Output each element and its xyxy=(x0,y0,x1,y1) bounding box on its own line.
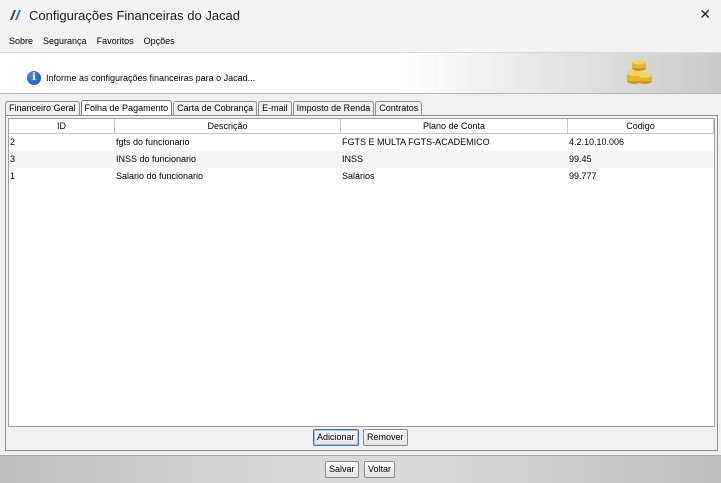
save-button[interactable]: Salvar xyxy=(325,461,359,478)
dialog-button-bar: Salvar Voltar xyxy=(0,455,721,483)
table-row[interactable]: 2 fgts do funcionario FGTS E MULTA FGTS-… xyxy=(9,134,714,151)
cell-codigo: 99.45 xyxy=(569,154,592,164)
table-row[interactable]: 1 Salario do funcionario Salários 99.777 xyxy=(9,168,714,185)
cell-plano-de-conta: FGTS E MULTA FGTS-ACADEMICO xyxy=(342,137,490,147)
table-row[interactable]: 3 INSS do funcionario INSS 99.45 xyxy=(9,151,714,168)
tab-folha-de-pagamento[interactable]: Folha de Pagamento xyxy=(80,100,173,116)
title-bar: Configurações Financeiras do Jacad ✕ xyxy=(0,0,721,30)
cell-descricao: fgts do funcionario xyxy=(116,137,190,147)
info-icon: i xyxy=(27,71,41,85)
jacad-logo-icon xyxy=(9,8,23,22)
tab-contratos[interactable]: Contratos xyxy=(375,101,423,115)
tab-email[interactable]: E-mail xyxy=(258,101,292,115)
payroll-table[interactable]: ID Descrição Plano de Conta Codigo 2 fgt… xyxy=(8,118,715,427)
cell-descricao: INSS do funcionario xyxy=(116,154,197,164)
menu-seguranca[interactable]: Segurança xyxy=(42,36,88,46)
coins-icon xyxy=(624,59,654,85)
info-text: Informe as configurações financeiras par… xyxy=(46,73,256,83)
menu-bar: Sobre Segurança Favoritos Opções xyxy=(0,30,721,53)
cell-plano-de-conta: INSS xyxy=(342,154,364,164)
tab-financeiro-geral[interactable]: Financeiro Geral xyxy=(5,101,80,115)
cell-codigo: 99.777 xyxy=(569,171,597,181)
column-header-plano-de-conta[interactable]: Plano de Conta xyxy=(341,119,568,133)
column-header-descricao[interactable]: Descrição xyxy=(115,119,341,133)
info-panel: i Informe as configurações financeiras p… xyxy=(0,53,721,94)
cell-codigo: 4.2.10.10.006 xyxy=(569,137,625,147)
window-title: Configurações Financeiras do Jacad xyxy=(29,7,241,23)
column-header-codigo[interactable]: Codigo xyxy=(568,119,714,133)
close-icon[interactable]: ✕ xyxy=(699,6,711,23)
menu-opcoes[interactable]: Opções xyxy=(143,36,176,46)
cell-plano-de-conta: Salários xyxy=(342,171,375,181)
tab-panel: ID Descrição Plano de Conta Codigo 2 fgt… xyxy=(5,115,718,451)
cell-id: 1 xyxy=(10,171,16,181)
cell-id: 3 xyxy=(10,154,16,164)
remove-button[interactable]: Remover xyxy=(363,429,408,446)
add-button[interactable]: Adicionar xyxy=(313,429,359,446)
back-button[interactable]: Voltar xyxy=(364,461,396,478)
menu-favoritos[interactable]: Favoritos xyxy=(96,36,135,46)
tab-carta-de-cobranca[interactable]: Carta de Cobrança xyxy=(173,101,258,115)
cell-descricao: Salario do funcionario xyxy=(116,171,204,181)
table-header: ID Descrição Plano de Conta Codigo xyxy=(9,119,714,134)
cell-id: 2 xyxy=(10,137,16,147)
tab-strip: Financeiro Geral Folha de Pagamento Cart… xyxy=(5,99,423,116)
menu-sobre[interactable]: Sobre xyxy=(8,36,34,46)
tab-imposto-de-renda[interactable]: Imposto de Renda xyxy=(292,101,375,115)
column-header-id[interactable]: ID xyxy=(9,119,115,133)
